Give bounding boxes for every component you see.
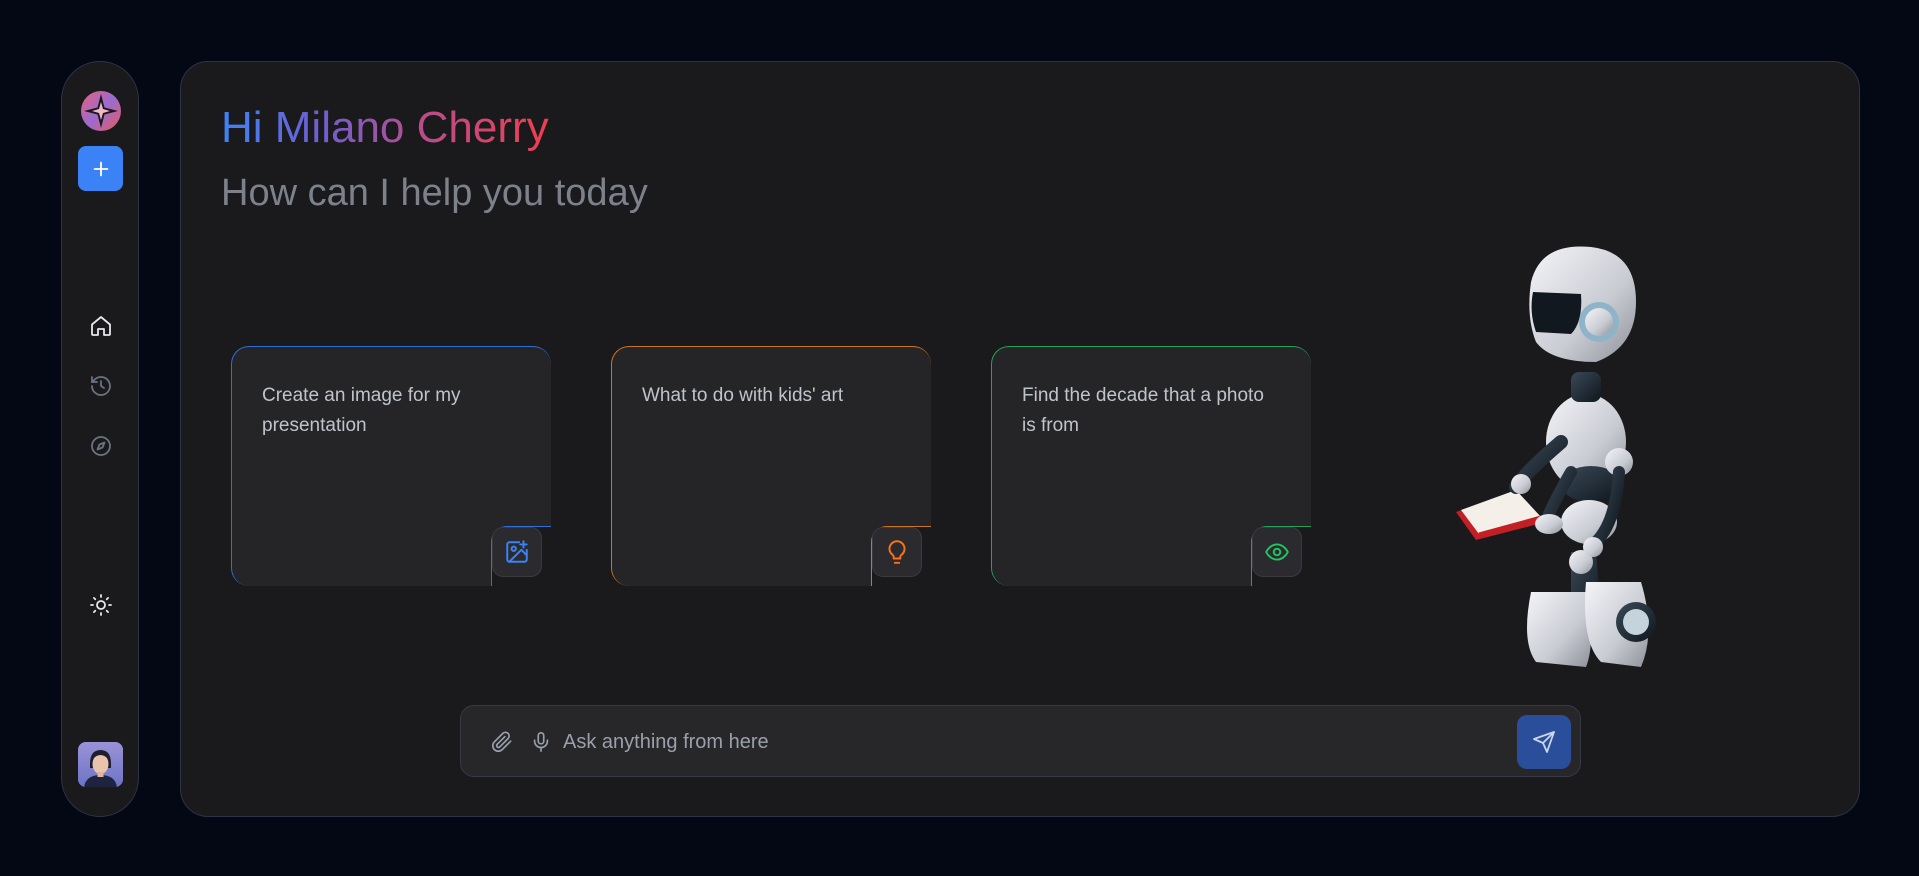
suggestion-card-text: Create an image for my presentation — [262, 385, 461, 436]
sun-icon — [90, 594, 112, 616]
theme-toggle[interactable] — [89, 593, 113, 617]
nav-explore[interactable] — [89, 434, 113, 458]
image-plus-icon — [506, 540, 528, 563]
paperclip-icon — [491, 731, 512, 753]
compass-icon — [91, 436, 111, 456]
send-button[interactable] — [1517, 715, 1571, 769]
nav-history[interactable] — [89, 374, 113, 398]
send-icon — [1533, 731, 1555, 753]
nav-home[interactable] — [89, 314, 113, 338]
mic-button[interactable] — [529, 730, 553, 754]
user-avatar[interactable] — [78, 742, 123, 787]
ai-star-logo-icon[interactable] — [80, 90, 122, 132]
sidebar — [61, 61, 139, 817]
new-chat-button[interactable] — [78, 146, 123, 191]
robot-illustration — [1456, 246, 1656, 667]
chat-input-bar — [460, 705, 1581, 777]
badge-cutout — [1251, 526, 1311, 586]
microphone-icon — [533, 732, 549, 752]
greeting-title: Hi Milano Cherry — [221, 102, 549, 155]
card-icon-badge — [1252, 527, 1302, 577]
avatar-image — [78, 742, 123, 787]
suggestion-card-image[interactable]: Create an image for my presentation — [231, 346, 551, 586]
main-panel: Hi Milano Cherry How can I help you toda… — [180, 61, 1860, 817]
attach-button[interactable] — [490, 730, 514, 754]
plus-icon — [93, 161, 108, 176]
suggestion-card-idea[interactable]: What to do with kids' art — [611, 346, 931, 586]
lightbulb-icon — [888, 540, 906, 564]
chat-input[interactable] — [561, 726, 1441, 758]
eye-icon — [1265, 543, 1289, 561]
badge-cutout — [491, 526, 551, 586]
home-icon — [91, 316, 111, 336]
suggestion-card-text: What to do with kids' art — [642, 385, 844, 406]
greeting-subtitle: How can I help you today — [221, 172, 648, 214]
badge-cutout — [871, 526, 931, 586]
suggestion-card-text: Find the decade that a photo is from — [1022, 385, 1264, 436]
card-icon-badge — [492, 527, 542, 577]
history-icon — [91, 376, 111, 396]
card-icon-badge — [872, 527, 922, 577]
suggestion-card-decade[interactable]: Find the decade that a photo is from — [991, 346, 1311, 586]
